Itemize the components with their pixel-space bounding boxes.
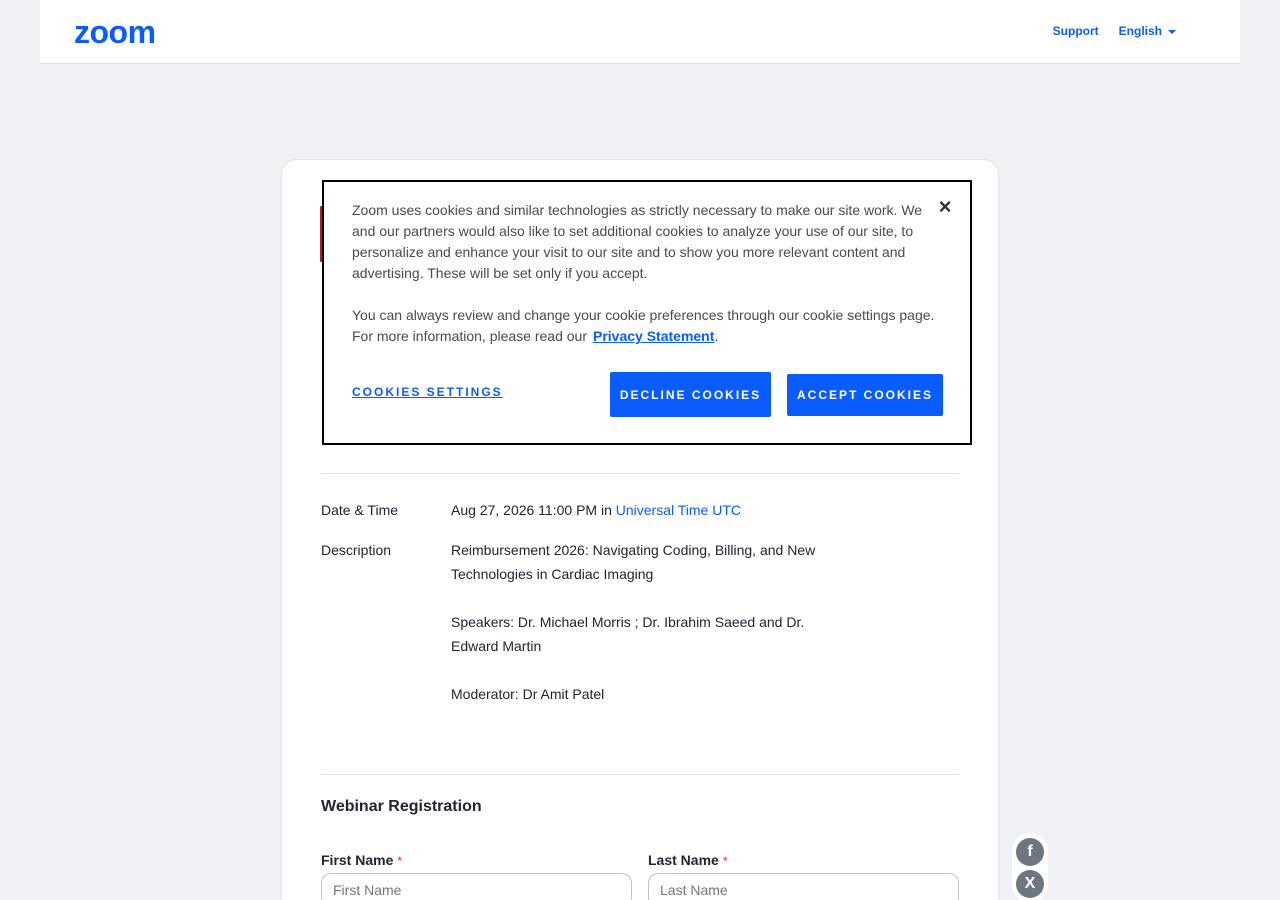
language-selector[interactable]: English — [1119, 24, 1176, 38]
description-label: Description — [321, 542, 392, 558]
description-moderator: Moderator: Dr Amit Patel — [451, 686, 605, 702]
cookie-text-1: Zoom uses cookies and similar technologi… — [352, 202, 923, 281]
accept-cookies-button[interactable]: ACCEPT COOKIES — [787, 374, 943, 416]
divider — [321, 473, 959, 474]
facebook-icon[interactable]: f — [1016, 838, 1044, 866]
first-name-field[interactable] — [321, 873, 632, 900]
cookie-text: Zoom uses cookies and similar technologi… — [352, 200, 942, 347]
date-time-in: in — [600, 502, 612, 518]
description-topic: Reimbursement 2026: Navigating Coding, B… — [451, 542, 816, 582]
last-name-label: Last Name * — [648, 852, 727, 868]
caret-down-icon — [1168, 29, 1176, 34]
privacy-statement-link[interactable]: Privacy Statement — [593, 328, 714, 344]
date-time-text: Aug 27, 2026 11:00 PM — [451, 502, 598, 518]
last-name-field[interactable] — [648, 873, 959, 900]
timezone-link[interactable]: Universal Time UTC — [616, 502, 741, 518]
support-link[interactable]: Support — [1053, 24, 1099, 38]
first-name-label: First Name * — [321, 852, 402, 868]
required-mark: * — [722, 854, 728, 868]
required-mark: * — [397, 854, 403, 868]
description-text: Reimbursement 2026: Navigating Coding, B… — [451, 538, 831, 730]
cookie-text-period: . — [714, 328, 719, 344]
language-label: English — [1118, 24, 1162, 38]
cookie-consent-dialog: Zoom uses cookies and similar technologi… — [322, 180, 972, 445]
zoom-logo[interactable]: zoom — [74, 16, 156, 48]
cookie-text-2: You can always review and change your co… — [352, 305, 942, 347]
date-time-label: Date & Time — [321, 502, 399, 518]
share-bar: f X — [1012, 833, 1048, 900]
header-nav: Support English — [1053, 24, 1176, 38]
x-twitter-icon[interactable]: X — [1016, 870, 1044, 898]
date-time-value: Aug 27, 2026 11:00 PM in Universal Time … — [451, 498, 741, 522]
decline-cookies-button[interactable]: DECLINE COOKIES — [610, 372, 771, 417]
cookies-settings-link[interactable]: COOKIES SETTINGS — [352, 385, 503, 399]
description-speakers: Speakers: Dr. Michael Morris ; Dr. Ibrah… — [451, 614, 805, 654]
first-name-label-text: First Name — [321, 852, 394, 868]
registration-title: Webinar Registration — [321, 798, 482, 815]
top-header: zoom Support English — [40, 0, 1240, 64]
close-icon[interactable]: × — [934, 196, 956, 218]
divider — [321, 774, 959, 775]
last-name-label-text: Last Name — [648, 852, 719, 868]
